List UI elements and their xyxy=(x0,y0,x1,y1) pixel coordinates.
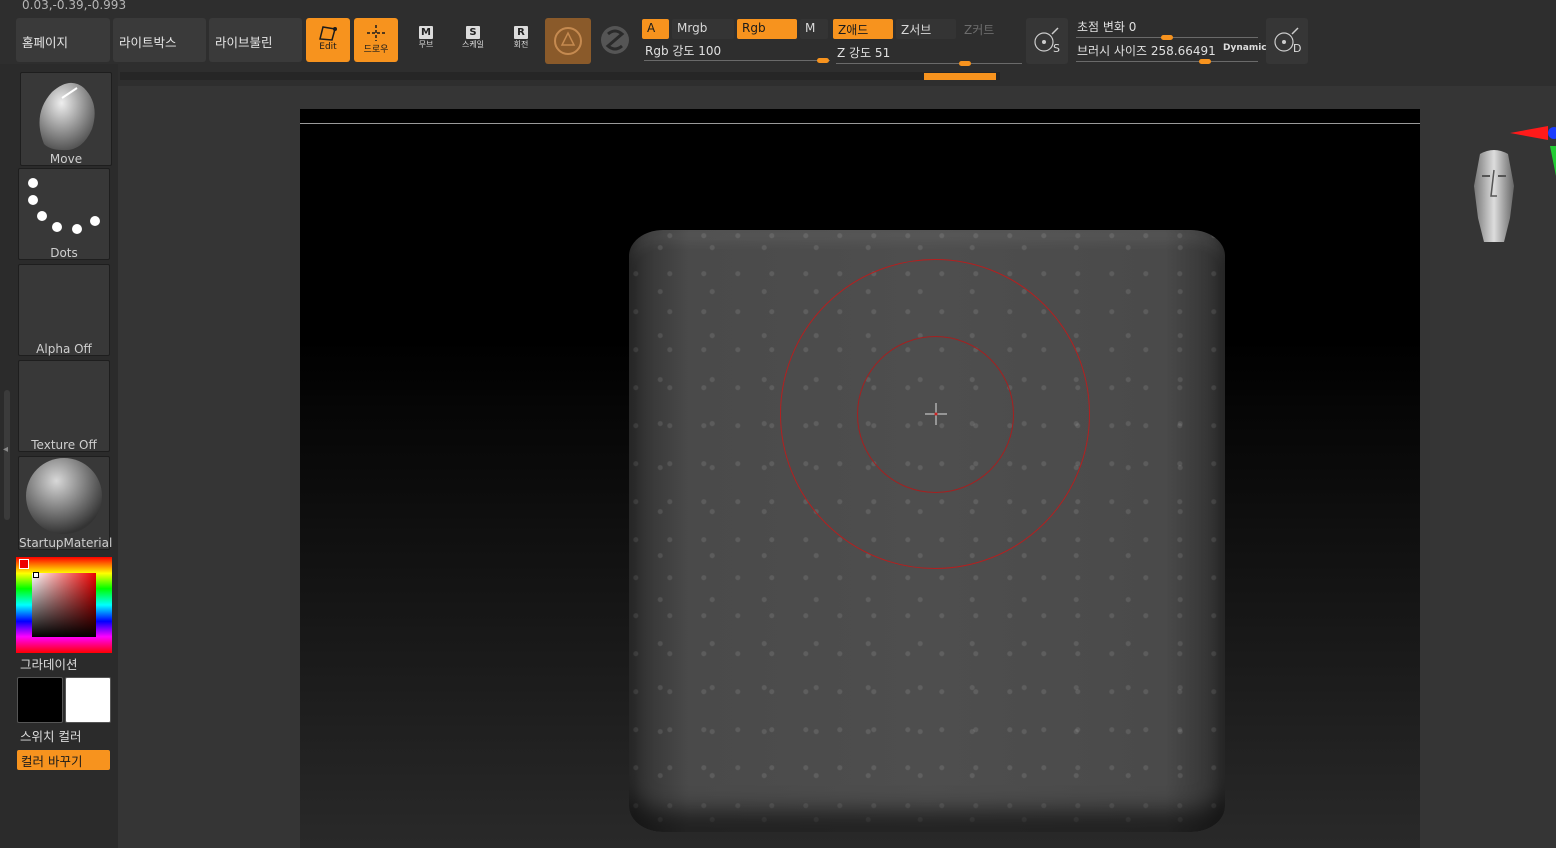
draw-mode-button[interactable]: 드로우 xyxy=(354,18,398,62)
crosshair-icon xyxy=(925,403,947,425)
primary-color-swatch[interactable] xyxy=(17,677,63,723)
scale-tool-button[interactable]: S 스케일 xyxy=(457,26,489,58)
material-label: StartupMaterial xyxy=(19,536,113,550)
mrgb-toggle[interactable]: Mrgb xyxy=(672,19,734,39)
focal-shift-label: 초점 변화 0 xyxy=(1077,20,1137,34)
z-intensity-label: Z 강도 51 xyxy=(837,46,891,60)
move-icon: M xyxy=(419,26,433,39)
color-picker[interactable] xyxy=(16,557,112,653)
viewport-top-line xyxy=(300,123,1420,124)
switch-color-button[interactable]: 스위치 컬러 xyxy=(20,726,81,745)
brush-label: Move xyxy=(49,152,83,166)
rgb-intensity-label: Rgb 강도 100 xyxy=(645,44,722,58)
edit-mode-label: Edit xyxy=(319,42,337,52)
edit-mode-button[interactable]: Edit xyxy=(306,18,350,62)
rotate-icon: R xyxy=(514,26,528,39)
lightbox-button[interactable]: 라이트박스 xyxy=(113,18,206,62)
brush-size-slider[interactable] xyxy=(1076,61,1258,62)
zsub-toggle[interactable]: Z서브 xyxy=(896,19,956,39)
home-button[interactable]: 홈페이지 xyxy=(16,18,110,62)
stroke-selector[interactable]: Dots xyxy=(18,168,110,260)
dynamic-toggle[interactable]: Dynamic xyxy=(1223,43,1267,53)
a-toggle[interactable]: A xyxy=(642,19,669,39)
stroke-label: Dots xyxy=(50,246,78,260)
progress-strip xyxy=(120,72,1000,80)
brush-size-label: 브러시 사이즈 258.66491 xyxy=(1077,44,1216,58)
expand-arrow-icon[interactable]: ◂ xyxy=(3,444,8,455)
brush-size-knob[interactable] xyxy=(1199,59,1211,64)
spiral-button[interactable] xyxy=(598,22,632,58)
saturation-marker[interactable] xyxy=(33,572,39,578)
move-tool-label: 무브 xyxy=(418,40,434,49)
lazy-mouse-d-button[interactable]: D xyxy=(1266,18,1308,64)
progress-indicator xyxy=(924,73,996,80)
brush-ring-s-icon xyxy=(1034,27,1059,52)
z-intensity-knob[interactable] xyxy=(959,61,971,66)
material-sphere-preview-icon xyxy=(26,458,102,534)
axis-gizmo-icon[interactable] xyxy=(1508,120,1556,180)
spiral-icon xyxy=(601,26,629,54)
color-saturation-square[interactable] xyxy=(32,573,96,637)
zcut-toggle[interactable]: Z커트 xyxy=(959,19,1019,39)
move-brush-icon xyxy=(39,82,95,151)
alpha-selector[interactable]: Alpha Off xyxy=(18,264,110,356)
coordinates-readout: 0.03,-0.39,-0.993 xyxy=(22,0,127,12)
m-toggle[interactable]: M xyxy=(800,19,828,39)
secondary-color-swatch[interactable] xyxy=(65,677,111,723)
alpha-label: Alpha Off xyxy=(36,342,92,356)
left-tray-handle[interactable] xyxy=(4,390,10,520)
brush-selector[interactable]: Move xyxy=(20,72,112,166)
rotate-tool-label: 회전 xyxy=(513,40,529,49)
brush-ring-d-icon xyxy=(1274,27,1299,52)
swap-color-button[interactable]: 컬러 바꾸기 xyxy=(17,750,110,770)
texture-selector[interactable]: Texture Off xyxy=(18,360,110,452)
lazy-mouse-s-button[interactable]: S xyxy=(1026,18,1068,64)
edit-icon xyxy=(319,26,337,41)
rgb-toggle[interactable]: Rgb xyxy=(737,19,797,39)
scale-tool-label: 스케일 xyxy=(461,40,485,49)
draw-mode-label: 드로우 xyxy=(363,45,389,55)
zadd-toggle[interactable]: Z애드 xyxy=(833,19,893,39)
texture-label: Texture Off xyxy=(31,438,97,452)
material-preview-button[interactable] xyxy=(545,18,591,64)
z-intensity-slider[interactable] xyxy=(836,63,1022,64)
dots-stroke-icon xyxy=(28,178,100,234)
d-key-label: D xyxy=(1293,42,1302,55)
gradient-label[interactable]: 그라데이션 xyxy=(20,654,78,673)
rgb-intensity-knob[interactable] xyxy=(817,58,829,63)
material-selector[interactable]: StartupMaterial xyxy=(18,456,113,550)
focal-shift-knob[interactable] xyxy=(1161,35,1173,40)
liveboolean-button[interactable]: 라이브불린 xyxy=(209,18,302,62)
rotate-tool-button[interactable]: R 회전 xyxy=(505,26,537,58)
rgb-intensity-slider[interactable] xyxy=(644,60,830,61)
scale-icon: S xyxy=(466,26,480,39)
move-tool-button[interactable]: M 무브 xyxy=(410,26,442,58)
draw-icon xyxy=(367,25,385,41)
material-sphere-icon xyxy=(554,27,582,55)
s-key-label: S xyxy=(1053,42,1060,55)
hue-marker[interactable] xyxy=(19,559,29,569)
